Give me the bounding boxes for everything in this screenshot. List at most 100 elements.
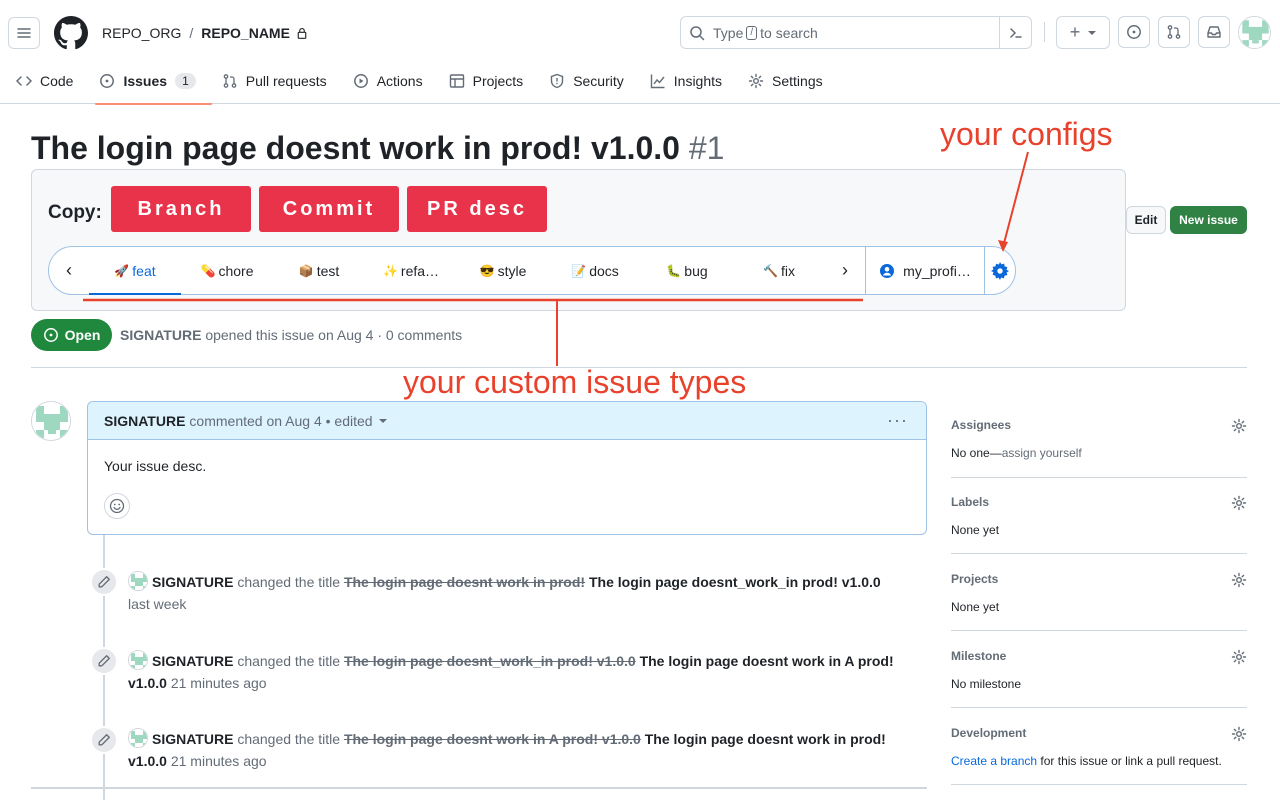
sidebar-assignees: Assignees No one—assign yourself bbox=[951, 418, 1247, 478]
avatar[interactable] bbox=[128, 571, 148, 591]
org-link[interactable]: REPO_ORG bbox=[102, 25, 181, 41]
comment-meta[interactable]: commented on Aug 4 • edited bbox=[189, 413, 372, 429]
avatar[interactable] bbox=[128, 650, 148, 670]
type-label: refa… bbox=[400, 262, 440, 279]
assignees-settings-button[interactable] bbox=[1231, 418, 1247, 437]
search-input[interactable]: Type / to search bbox=[680, 16, 1032, 49]
add-reaction-button[interactable] bbox=[104, 493, 130, 519]
pencil-icon bbox=[98, 576, 110, 588]
issue-type-bug[interactable]: 🐛 bug bbox=[641, 247, 733, 294]
milestone-settings-button[interactable] bbox=[1231, 649, 1247, 668]
type-label: test bbox=[316, 262, 340, 279]
timeline-event: SIGNATURE changed the title The login pa… bbox=[128, 650, 918, 694]
tab-actions[interactable]: Actions bbox=[353, 66, 435, 96]
your-issues-button[interactable] bbox=[1118, 16, 1150, 48]
tab-label: Insights bbox=[673, 73, 723, 89]
search-icon bbox=[690, 25, 705, 40]
comment-header: SIGNATURE commented on Aug 4 • edited bbox=[88, 402, 926, 440]
sidebar-heading: Projects bbox=[951, 572, 999, 586]
issue-type-fix[interactable]: 🔨 fix bbox=[733, 247, 825, 294]
issue-type-test[interactable]: 📦 test bbox=[273, 247, 365, 294]
new-issue-button[interactable]: New issue bbox=[1170, 206, 1247, 234]
issue-type-chore[interactable]: 💊 chore bbox=[181, 247, 273, 294]
event-action: changed the title bbox=[237, 731, 341, 747]
sidebar-labels: Labels None yet bbox=[951, 495, 1247, 554]
copy-pr-desc-button[interactable]: PR desc bbox=[407, 186, 547, 232]
projects-settings-button[interactable] bbox=[1231, 572, 1247, 591]
rocket-icon: 🚀 bbox=[114, 263, 130, 278]
development-settings-button[interactable] bbox=[1231, 726, 1247, 745]
avatar[interactable] bbox=[128, 728, 148, 748]
repo-tabs: Code Issues 1 Pull requests Actions Proj… bbox=[0, 66, 1280, 105]
tab-label: Settings bbox=[772, 73, 823, 89]
issue-type-refactor[interactable]: ✨ refa… bbox=[365, 247, 457, 294]
triangle-down-icon bbox=[1088, 30, 1097, 35]
sidebar-value: Create a branch for this issue or link a… bbox=[951, 754, 1247, 768]
event-time[interactable]: 21 minutes ago bbox=[171, 675, 267, 691]
issue-type-style[interactable]: 😎 style bbox=[457, 247, 549, 294]
identicon-icon bbox=[129, 572, 147, 590]
github-logo-icon[interactable] bbox=[54, 16, 88, 50]
assign-yourself-link[interactable]: assign yourself bbox=[1002, 446, 1082, 460]
tab-settings[interactable]: Settings bbox=[748, 66, 835, 96]
person-icon bbox=[880, 263, 895, 278]
event-time[interactable]: 21 minutes ago bbox=[171, 753, 267, 769]
event-time[interactable]: last week bbox=[128, 596, 186, 612]
issues-count-badge: 1 bbox=[175, 73, 196, 89]
profile-selector[interactable]: my_profi… bbox=[866, 263, 984, 279]
prev-types-button[interactable]: ‹ bbox=[49, 260, 89, 281]
development-value: for this issue or link a pull request. bbox=[1037, 754, 1222, 768]
tab-code[interactable]: Code bbox=[16, 66, 85, 96]
edit-issue-button[interactable]: Edit bbox=[1126, 206, 1166, 234]
issue-number: #1 bbox=[688, 130, 725, 166]
create-branch-link[interactable]: Create a branch bbox=[951, 754, 1037, 768]
your-pull-requests-button[interactable] bbox=[1158, 16, 1190, 48]
command-palette-button[interactable] bbox=[999, 17, 1031, 48]
terminal-icon bbox=[1009, 27, 1022, 38]
repo-link[interactable]: REPO_NAME bbox=[201, 25, 290, 41]
avatar[interactable] bbox=[31, 401, 71, 441]
copy-commit-button[interactable]: Commit bbox=[259, 186, 399, 232]
comment-options-button[interactable]: ··· bbox=[887, 410, 908, 431]
issue-meta: SIGNATURE opened this issue on Aug 4 · 0… bbox=[120, 327, 462, 343]
comment-author[interactable]: SIGNATURE bbox=[104, 413, 185, 429]
tab-insights[interactable]: Insights bbox=[650, 66, 734, 96]
event-author[interactable]: SIGNATURE bbox=[152, 731, 233, 747]
create-new-button[interactable]: + bbox=[1056, 16, 1110, 49]
issue-type-docs[interactable]: 📝 docs bbox=[549, 247, 641, 294]
tab-projects[interactable]: Projects bbox=[449, 66, 536, 96]
copy-branch-button[interactable]: Branch bbox=[111, 186, 251, 232]
table-icon bbox=[449, 74, 464, 88]
sunglasses-icon: 😎 bbox=[479, 263, 495, 278]
issue-opened-icon bbox=[43, 328, 58, 342]
issue-author[interactable]: SIGNATURE bbox=[120, 327, 201, 343]
old-title: The login page doesnt_work_in prod! v1.0… bbox=[343, 653, 636, 669]
type-label: docs bbox=[589, 262, 619, 279]
sidebar-heading: Labels bbox=[951, 495, 990, 509]
memo-icon: 📝 bbox=[571, 263, 587, 278]
tab-issues[interactable]: Issues 1 bbox=[95, 66, 213, 105]
event-author[interactable]: SIGNATURE bbox=[152, 574, 233, 590]
issue-title-text: The login page doesnt work in prod! v1.0… bbox=[31, 130, 680, 166]
tab-security[interactable]: Security bbox=[549, 66, 636, 96]
issue-type-feat[interactable]: 🚀 feat bbox=[89, 247, 181, 295]
bug-icon: 🐛 bbox=[666, 263, 682, 278]
labels-settings-button[interactable] bbox=[1231, 495, 1247, 514]
gear-icon bbox=[1231, 495, 1247, 511]
inbox-button[interactable] bbox=[1198, 16, 1230, 48]
event-author[interactable]: SIGNATURE bbox=[152, 653, 233, 669]
menu-button[interactable] bbox=[8, 17, 40, 49]
header-divider bbox=[1044, 22, 1045, 42]
shield-icon bbox=[550, 73, 564, 89]
type-label: style bbox=[497, 262, 527, 279]
triangle-down-icon bbox=[378, 418, 387, 423]
hammer-icon: 🔨 bbox=[763, 263, 778, 278]
labels-value: None yet bbox=[951, 523, 1000, 537]
config-button[interactable] bbox=[985, 261, 1015, 280]
user-avatar[interactable] bbox=[1238, 16, 1271, 49]
next-types-button[interactable]: › bbox=[825, 260, 865, 281]
issue-type-selector: ‹ 🚀 feat 💊 chore 📦 test ✨ refa… 😎 style 📝 docs… bbox=[48, 246, 1016, 295]
annotation-types-label: your custom issue types bbox=[403, 364, 747, 400]
sidebar-heading: Milestone bbox=[951, 649, 1007, 663]
tab-pull-requests[interactable]: Pull requests bbox=[222, 66, 339, 96]
